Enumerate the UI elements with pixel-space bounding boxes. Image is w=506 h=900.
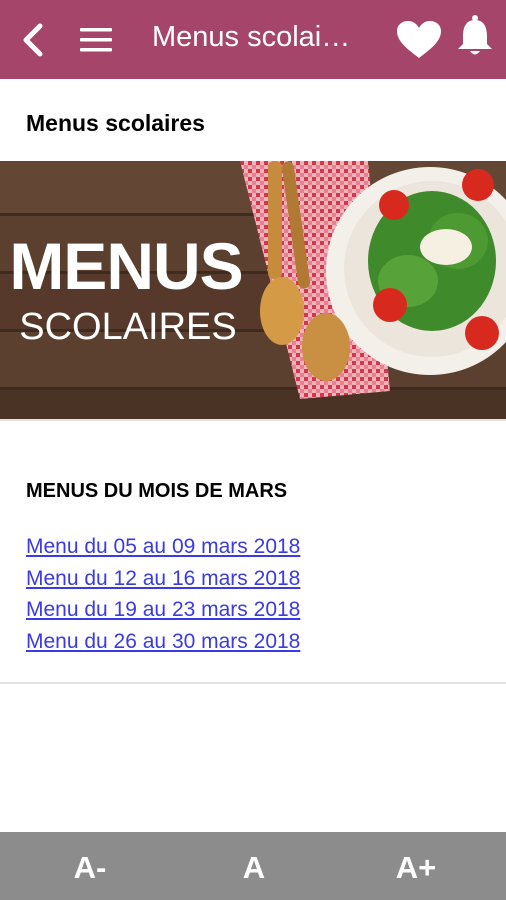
- menu-link-1[interactable]: Menu du 05 au 09 mars 2018: [26, 534, 300, 566]
- increase-font-button[interactable]: A+: [366, 832, 466, 900]
- window-title: Menus scolai…: [152, 21, 351, 53]
- bell-icon[interactable]: [456, 14, 494, 58]
- page-title: Menus scolaires: [26, 110, 205, 136]
- menu-links-list: Menu du 05 au 09 mars 2018 Menu du 12 au…: [26, 534, 300, 660]
- decrease-font-button[interactable]: A-: [40, 832, 140, 900]
- normal-font-button[interactable]: A: [204, 832, 304, 900]
- banner-image: MENUS SCOLAIRES: [0, 161, 506, 421]
- divider: [0, 682, 506, 684]
- heart-icon[interactable]: [396, 20, 442, 60]
- hamburger-menu-icon[interactable]: [78, 26, 114, 54]
- banner-title-line-2: SCOLAIRES: [19, 306, 237, 348]
- menu-link-2[interactable]: Menu du 12 au 16 mars 2018: [26, 566, 300, 598]
- banner-title-line-1: MENUS: [9, 229, 242, 303]
- top-bar: Menus scolai…: [0, 0, 506, 79]
- menu-link-4[interactable]: Menu du 26 au 30 mars 2018: [26, 629, 300, 661]
- font-size-bar: A- A A+: [0, 832, 506, 900]
- menu-link-3[interactable]: Menu du 19 au 23 mars 2018: [26, 597, 300, 629]
- section-heading: MENUS DU MOIS DE MARS: [26, 480, 288, 502]
- back-arrow-icon[interactable]: [18, 22, 48, 58]
